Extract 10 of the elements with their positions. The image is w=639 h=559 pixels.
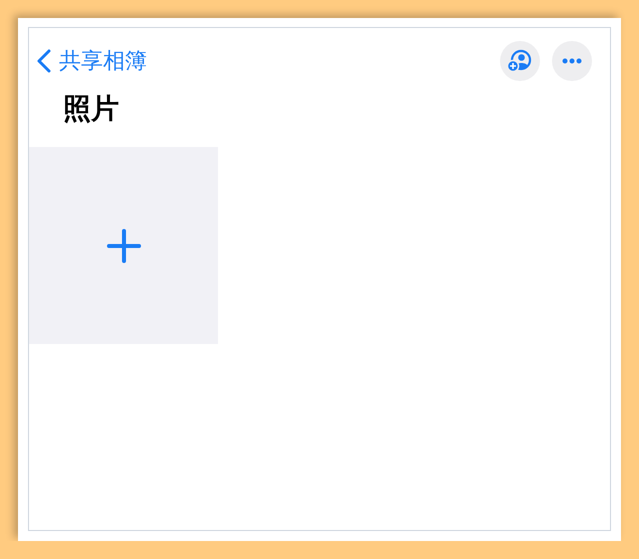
more-button[interactable]: [552, 41, 592, 81]
add-person-icon: [507, 49, 533, 73]
back-chevron-icon: [37, 49, 51, 73]
back-button[interactable]: 共享相簿: [37, 46, 147, 76]
add-person-button[interactable]: [500, 41, 540, 81]
more-icon: [562, 58, 582, 64]
back-label: 共享相簿: [59, 48, 147, 76]
plus-icon: [106, 228, 140, 262]
add-photo-tile[interactable]: [29, 147, 218, 344]
page-title: 照片: [63, 91, 119, 127]
